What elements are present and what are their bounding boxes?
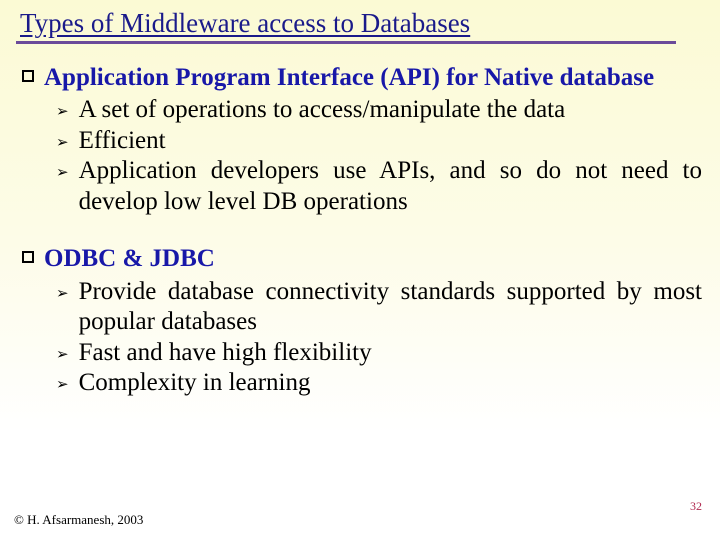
sub-list-item: ➢ Application developers use APIs, and s… [18,156,702,217]
item-label: ODBC & JDBC [44,243,702,274]
copyright-footer: © H. Afsarmanesh, 2003 [14,512,143,528]
page-number: 32 [690,499,702,514]
square-bullet-icon [22,70,34,82]
content-area: Application Program Interface (API) for … [14,62,706,399]
sub-list-item: ➢ Complexity in learning [18,368,702,399]
square-bullet-icon [22,251,34,263]
sub-list-item: ➢ Provide database connectivity standard… [18,277,702,338]
list-item: ODBC & JDBC ➢ Provide database connectiv… [18,243,702,398]
chevron-right-icon: ➢ [56,163,69,182]
sub-item-text: Fast and have high flexibility [79,338,702,369]
title-underline [16,41,676,44]
chevron-right-icon: ➢ [56,284,69,303]
slide-title: Types of Middleware access to Databases [20,8,706,39]
list-item: Application Program Interface (API) for … [18,62,702,217]
sub-list-item: ➢ A set of operations to access/manipula… [18,95,702,126]
sub-item-text: A set of operations to access/manipulate… [79,95,702,126]
chevron-right-icon: ➢ [56,102,69,121]
sub-item-text: Efficient [79,126,702,157]
sub-item-text: Provide database connectivity standards … [79,277,702,338]
chevron-right-icon: ➢ [56,133,69,152]
chevron-right-icon: ➢ [56,345,69,364]
sub-item-text: Application developers use APIs, and so … [79,156,702,217]
chevron-right-icon: ➢ [56,375,69,394]
item-label: Application Program Interface (API) for … [44,62,702,93]
sub-item-text: Complexity in learning [79,368,702,399]
sub-list-item: ➢ Efficient [18,126,702,157]
sub-list-item: ➢ Fast and have high flexibility [18,338,702,369]
